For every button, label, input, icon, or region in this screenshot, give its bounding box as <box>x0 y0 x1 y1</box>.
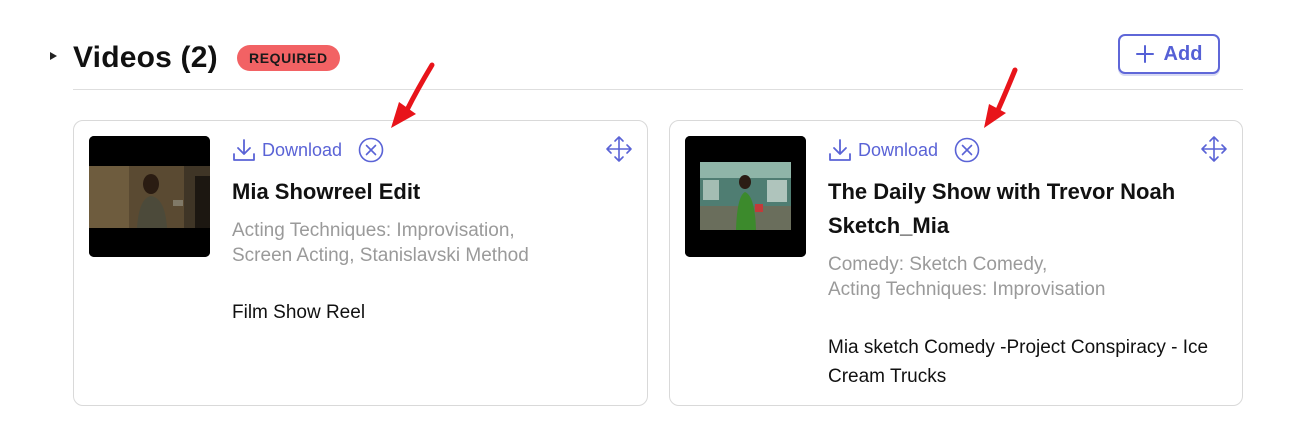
video-tags-line: Screen Acting, Stanislavski Method <box>232 245 529 266</box>
section-collapse-toggle[interactable] <box>50 52 57 60</box>
add-button-label: Add <box>1163 42 1203 65</box>
section-title: Videos (2) <box>73 41 218 74</box>
video-title: The Daily Show with Trevor Noah Sketch_M… <box>828 179 1176 238</box>
video-description: Film Show Reel <box>232 302 366 323</box>
download-link[interactable]: Download <box>828 138 938 162</box>
video-tags-line: Acting Techniques: Improvisation <box>828 279 1106 300</box>
video-tags: Acting Techniques: Improvisation, Screen… <box>232 218 612 268</box>
video-title: Mia Showreel Edit <box>232 179 421 204</box>
download-link[interactable]: Download <box>232 138 342 162</box>
remove-video-icon[interactable] <box>358 137 384 163</box>
required-badge: REQUIRED <box>237 45 340 71</box>
download-label: Download <box>262 139 343 160</box>
video-tags: Comedy: Sketch Comedy, Acting Techniques… <box>828 252 1208 302</box>
add-video-button[interactable]: Add <box>1118 34 1220 74</box>
download-label: Download <box>858 139 939 160</box>
section-divider <box>73 89 1243 90</box>
video-tags-line: Comedy: Sketch Comedy, <box>828 254 1048 275</box>
video-thumbnail[interactable] <box>89 136 210 257</box>
move-icon[interactable] <box>1200 135 1228 163</box>
plus-icon <box>1135 45 1154 63</box>
video-tags-line: Acting Techniques: Improvisation, <box>232 220 515 241</box>
download-icon <box>829 139 851 161</box>
move-icon[interactable] <box>605 135 633 163</box>
video-card: Download Mia Showreel Edit Acting Techni… <box>73 120 648 406</box>
video-card: Download The Daily Show with Trevor Noah… <box>669 120 1243 406</box>
video-thumbnail[interactable] <box>685 136 806 257</box>
video-description: Mia sketch Comedy -Project Conspiracy - … <box>828 337 1209 387</box>
download-icon <box>233 139 255 161</box>
remove-video-icon[interactable] <box>954 137 980 163</box>
